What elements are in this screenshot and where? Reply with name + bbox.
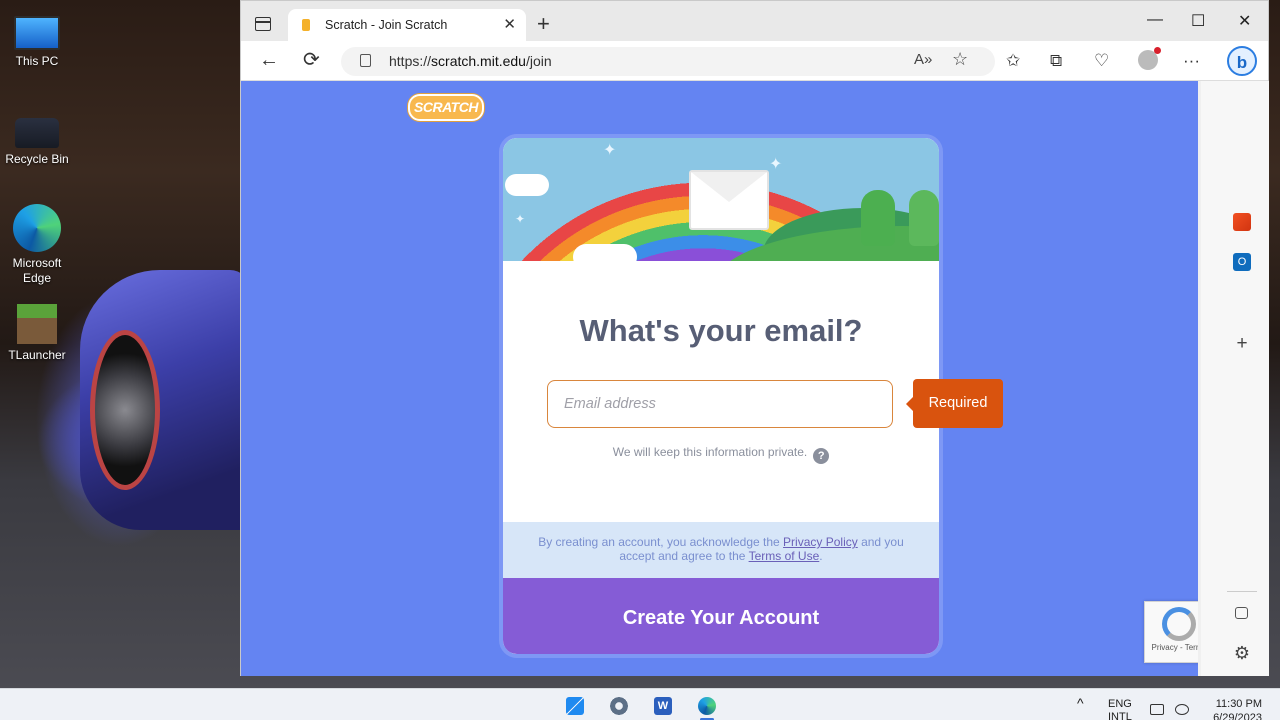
help-icon[interactable]: ? xyxy=(813,448,830,464)
volume-muted-icon[interactable] xyxy=(1175,704,1189,715)
recycle-bin-icon xyxy=(15,118,59,148)
tree-illustration xyxy=(909,190,939,246)
maximize-button[interactable]: ☐ xyxy=(1191,11,1205,31)
terms-prefix: By creating an account, you acknowledge … xyxy=(538,535,780,549)
edge-taskbar-icon[interactable] xyxy=(698,697,716,715)
join-modal: ✦ ✦ ✦ What's your email? We will keep th… xyxy=(499,134,943,658)
show-hidden-icons-chevron-icon[interactable]: ^ xyxy=(1077,695,1084,711)
cloud-illustration xyxy=(505,174,549,196)
browser-essentials-icon[interactable]: ♡ xyxy=(1094,51,1109,71)
tab-close-icon[interactable]: ✕ xyxy=(503,15,516,33)
envelope-illustration xyxy=(689,170,769,230)
terms-suffix: . xyxy=(819,549,823,563)
address-bar-row: ← ⟳ https://scratch.mit.edu/join A» ☆ ✩ … xyxy=(241,41,1268,81)
more-menu-icon[interactable]: ··· xyxy=(1183,51,1200,71)
desktop-icon-label: Microsoft Edge xyxy=(12,256,62,285)
sparkle-icon: ✦ xyxy=(515,212,526,226)
language-code: ENG xyxy=(1108,698,1132,710)
new-tab-button[interactable]: + xyxy=(537,11,550,37)
cloud-illustration xyxy=(573,244,637,261)
desktop-icon-tlauncher[interactable]: TLauncher xyxy=(0,304,74,363)
terms-of-use-link[interactable]: Terms of Use xyxy=(749,549,820,563)
recaptcha-badge[interactable]: Privacy - Terms xyxy=(1144,601,1198,663)
privacy-policy-link[interactable]: Privacy Policy xyxy=(783,535,858,549)
lock-icon[interactable] xyxy=(360,54,371,67)
language-layout: INTL xyxy=(1108,711,1132,720)
back-button[interactable]: ← xyxy=(259,50,279,70)
desktop-icon-this-pc[interactable]: This PC xyxy=(0,12,74,69)
page-viewport: SCRATCH ✦ ✦ ✦ What's your email? We will… xyxy=(241,81,1198,676)
tab-actions-icon[interactable] xyxy=(255,17,271,31)
network-icon[interactable] xyxy=(1150,704,1164,715)
bing-chat-button[interactable]: b xyxy=(1227,46,1257,76)
close-window-button[interactable]: ✕ xyxy=(1238,11,1251,31)
word-icon[interactable]: W xyxy=(654,697,672,715)
privacy-note-row: We will keep this information private.? xyxy=(503,445,939,464)
create-account-button[interactable]: Create Your Account xyxy=(503,578,939,654)
clock-time: 11:30 PM xyxy=(1215,698,1262,710)
desktop-icon-label: TLauncher xyxy=(8,348,66,362)
start-button-icon[interactable] xyxy=(566,697,584,715)
hero-illustration: ✦ ✦ ✦ xyxy=(503,138,939,261)
desktop-icon-label: This PC xyxy=(15,54,59,68)
recaptcha-links[interactable]: Privacy - Terms xyxy=(1145,643,1198,652)
sparkle-icon: ✦ xyxy=(603,142,617,159)
url-field[interactable]: https://scratch.mit.edu/join A» ☆ xyxy=(341,47,995,76)
wallpaper-car-wheel xyxy=(90,330,160,490)
tree-illustration xyxy=(861,190,895,246)
required-tooltip: Required xyxy=(906,379,1003,428)
minimize-button[interactable]: — xyxy=(1147,11,1163,29)
browser-window: Scratch - Join Scratch ✕ + — ☐ ✕ ← ⟳ htt… xyxy=(240,0,1269,676)
desktop-icon-label: Recycle Bin xyxy=(5,152,69,166)
minecraft-block-icon xyxy=(17,304,57,344)
favorites-icon[interactable]: ✩ xyxy=(1006,51,1020,71)
sidebar-settings-icon[interactable]: ⚙ xyxy=(1233,644,1251,662)
taskbar: W ^ ENG INTL 11:30 PM 6/29/2023 xyxy=(0,688,1280,720)
tab-bar: Scratch - Join Scratch ✕ + — ☐ ✕ xyxy=(241,1,1268,41)
desktop-icon-edge[interactable]: Microsoft Edge xyxy=(0,204,74,286)
input-language-indicator[interactable]: ENG INTL xyxy=(1108,698,1132,720)
outlook-icon[interactable]: O xyxy=(1233,253,1251,271)
refresh-button[interactable]: ⟳ xyxy=(303,50,320,70)
sidebar-add-icon[interactable]: + xyxy=(1233,334,1251,353)
recaptcha-icon xyxy=(1162,607,1196,641)
system-clock[interactable]: 11:30 PM 6/29/2023 xyxy=(1204,697,1262,720)
url-host: scratch.mit.edu xyxy=(431,53,526,69)
terms-notice: By creating an account, you acknowledge … xyxy=(503,522,939,578)
add-favorite-icon[interactable]: ☆ xyxy=(952,49,968,70)
desktop-icon-recycle-bin[interactable]: Recycle Bin xyxy=(0,108,74,167)
scratch-logo[interactable]: SCRATCH xyxy=(408,94,484,121)
hide-sidebar-icon[interactable] xyxy=(1235,607,1248,619)
read-aloud-icon[interactable]: A» xyxy=(914,51,932,68)
edge-icon xyxy=(13,204,61,252)
computer-icon xyxy=(14,16,60,50)
url-scheme: https:// xyxy=(389,53,432,69)
url-path: /join xyxy=(525,53,552,69)
page-title: What's your email? xyxy=(579,313,863,348)
settings-icon[interactable] xyxy=(610,697,628,715)
tab-title: Scratch - Join Scratch xyxy=(325,18,448,32)
email-field[interactable] xyxy=(547,380,893,428)
url-text: https://scratch.mit.edu/join xyxy=(389,53,552,69)
office-icon[interactable] xyxy=(1233,213,1251,231)
sidebar-divider xyxy=(1227,591,1257,592)
tab-scratch-join[interactable]: Scratch - Join Scratch ✕ xyxy=(288,9,526,41)
clock-date: 6/29/2023 xyxy=(1213,712,1262,720)
sparkle-icon: ✦ xyxy=(769,156,783,173)
edge-sidebar: O + ⚙ xyxy=(1201,81,1269,676)
privacy-note: We will keep this information private. xyxy=(612,445,808,459)
profile-avatar[interactable] xyxy=(1138,47,1161,70)
scratch-favicon-icon xyxy=(302,19,310,31)
collections-icon[interactable]: ⧉ xyxy=(1050,51,1062,71)
